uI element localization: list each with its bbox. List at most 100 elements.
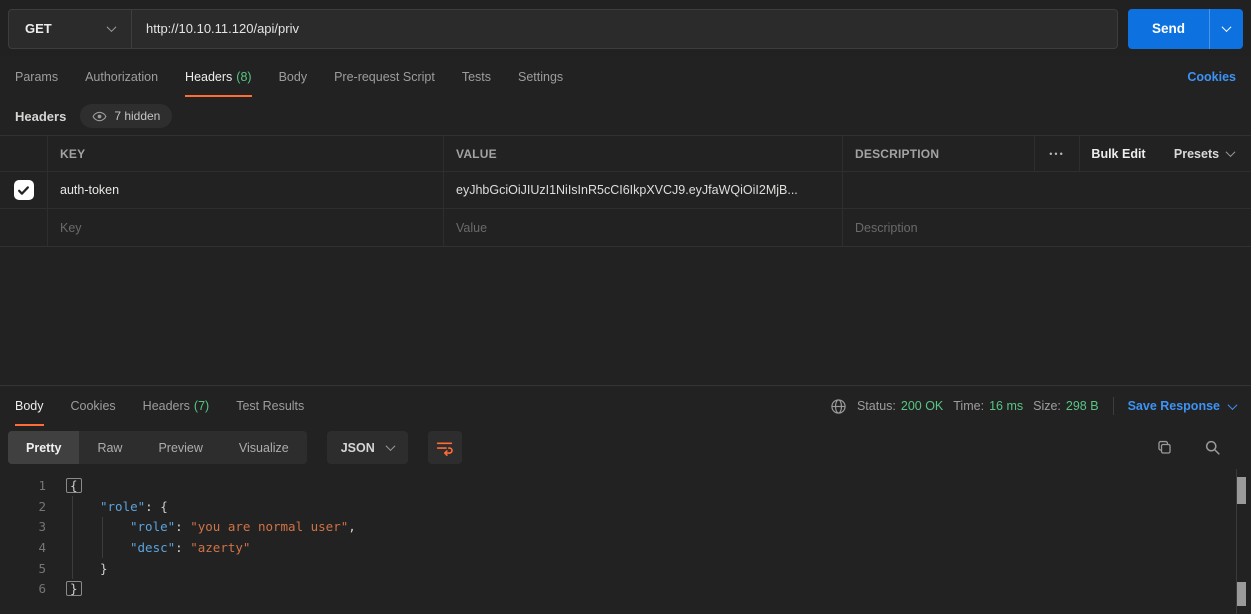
line-number: 1 — [0, 478, 46, 493]
headers-section-title: Headers — [15, 109, 66, 124]
divider — [1113, 397, 1114, 415]
send-button-group: Send — [1128, 9, 1243, 49]
response-tab-headers[interactable]: Headers (7) — [143, 386, 210, 426]
new-value-field[interactable]: Value — [444, 209, 843, 246]
table-row-empty: Key Value Description — [0, 209, 1251, 246]
request-tabs: Params Authorization Headers (8) Body Pr… — [0, 57, 1251, 97]
bulk-edit-button[interactable]: Bulk Edit — [1080, 136, 1157, 171]
format-value: JSON — [341, 441, 375, 455]
tab-headers[interactable]: Headers (8) — [185, 57, 252, 97]
more-actions-button[interactable]: ••• — [1035, 136, 1080, 171]
tab-count: (8) — [236, 70, 251, 84]
table-header-row: KEY VALUE DESCRIPTION ••• Bulk Edit Pres… — [0, 136, 1251, 172]
chevron-down-icon — [1228, 400, 1238, 410]
send-options-button[interactable] — [1209, 9, 1243, 49]
code-line: 2 "role": { — [0, 496, 1251, 517]
indent-guide — [72, 496, 73, 579]
header-key-field[interactable]: auth-token — [48, 172, 444, 208]
column-header-key: KEY — [48, 136, 444, 171]
response-tab-body[interactable]: Body — [15, 386, 44, 426]
response-body-viewer[interactable]: 1 { 2 "role": { 3 "role": "you are norma… — [0, 469, 1251, 614]
tab-label: Params — [15, 70, 58, 84]
send-button[interactable]: Send — [1128, 9, 1209, 49]
tab-label: Test Results — [236, 399, 304, 413]
view-tab-raw[interactable]: Raw — [79, 431, 140, 464]
tab-body[interactable]: Body — [279, 57, 308, 97]
tab-authorization[interactable]: Authorization — [85, 57, 158, 97]
line-number: 5 — [0, 561, 46, 576]
response-tab-cookies[interactable]: Cookies — [71, 386, 116, 426]
view-tab-pretty[interactable]: Pretty — [8, 431, 79, 464]
tab-label: Headers — [185, 70, 232, 84]
copy-response-button[interactable] — [1147, 431, 1181, 464]
wrap-text-icon — [435, 438, 454, 457]
hidden-headers-toggle[interactable]: 7 hidden — [80, 104, 172, 128]
empty-area — [0, 247, 1251, 385]
tab-label: Tests — [462, 70, 491, 84]
row-select-cell — [0, 209, 48, 246]
tab-label: Authorization — [85, 70, 158, 84]
line-number: 3 — [0, 519, 46, 534]
column-header-description: DESCRIPTION — [843, 136, 1035, 171]
format-dropdown[interactable]: JSON — [327, 431, 408, 464]
code-line: 6 } — [0, 578, 1251, 599]
new-key-field[interactable]: Key — [48, 209, 444, 246]
headers-subbar: Headers 7 hidden — [0, 97, 1251, 135]
status-badge: Status: 200 OK — [857, 399, 943, 413]
row-select-cell — [0, 172, 48, 208]
table-row: auth-token eyJhbGciOiJIUzI1NiIsInR5cCI6I… — [0, 172, 1251, 209]
tab-pre-request-script[interactable]: Pre-request Script — [334, 57, 435, 97]
search-response-button[interactable] — [1195, 431, 1229, 464]
cookies-link[interactable]: Cookies — [1187, 70, 1236, 84]
presets-dropdown[interactable]: Presets — [1157, 136, 1251, 171]
fold-toggle[interactable]: { — [66, 478, 82, 493]
tab-label: Headers — [143, 399, 190, 413]
wrap-text-button[interactable] — [428, 431, 462, 464]
time-badge: Time: 16 ms — [953, 399, 1023, 413]
view-mode-switcher: Pretty Raw Preview Visualize — [8, 431, 307, 464]
code-line: 5 } — [0, 558, 1251, 579]
view-tab-preview[interactable]: Preview — [140, 431, 220, 464]
tab-tests[interactable]: Tests — [462, 57, 491, 97]
chevron-down-icon — [107, 22, 117, 32]
response-tabs: Body Cookies Headers (7) Test Results — [0, 386, 1251, 426]
header-description-field[interactable] — [843, 172, 1251, 208]
scrollbar-thumb[interactable] — [1237, 477, 1246, 504]
indent-guide — [102, 517, 103, 558]
method-value: GET — [25, 21, 52, 36]
fold-toggle[interactable]: } — [66, 581, 82, 596]
hidden-headers-label: 7 hidden — [114, 109, 160, 123]
code-line: 4 "desc": "azerty" — [0, 537, 1251, 558]
size-badge: Size: 298 B — [1033, 399, 1098, 413]
method-dropdown[interactable]: GET — [9, 10, 132, 48]
new-description-field[interactable]: Description — [843, 209, 1251, 246]
row-checkbox-checked[interactable] — [14, 180, 34, 200]
check-icon — [17, 184, 30, 197]
response-actions — [1147, 431, 1243, 464]
copy-icon — [1156, 439, 1173, 456]
tab-params[interactable]: Params — [15, 57, 58, 97]
line-number: 2 — [0, 499, 46, 514]
response-toolbar: Pretty Raw Preview Visualize JSON — [0, 426, 1251, 469]
header-value-field[interactable]: eyJhbGciOiJIUzI1NiIsInR5cCI6IkpXVCJ9.eyJ… — [444, 172, 843, 208]
globe-icon[interactable] — [830, 398, 847, 415]
code-line: 1 { — [0, 475, 1251, 496]
tab-label: Settings — [518, 70, 563, 84]
tab-label: Cookies — [71, 399, 116, 413]
url-input[interactable] — [132, 10, 1117, 48]
scrollbar-thumb[interactable] — [1237, 582, 1246, 606]
save-response-button[interactable]: Save Response — [1128, 399, 1236, 413]
column-header-value: VALUE — [444, 136, 843, 171]
chevron-down-icon — [1226, 147, 1236, 157]
view-tab-visualize[interactable]: Visualize — [221, 431, 307, 464]
request-url-bar: GET Send — [0, 0, 1251, 57]
url-container: GET — [8, 9, 1118, 49]
tab-label: Body — [15, 399, 44, 413]
chevron-down-icon — [385, 441, 395, 451]
line-number: 4 — [0, 540, 46, 555]
search-icon — [1204, 439, 1221, 456]
tab-settings[interactable]: Settings — [518, 57, 563, 97]
response-panel: Body Cookies Headers (7) Test Results — [0, 385, 1251, 614]
response-tab-test-results[interactable]: Test Results — [236, 386, 304, 426]
tab-count: (7) — [194, 399, 209, 413]
